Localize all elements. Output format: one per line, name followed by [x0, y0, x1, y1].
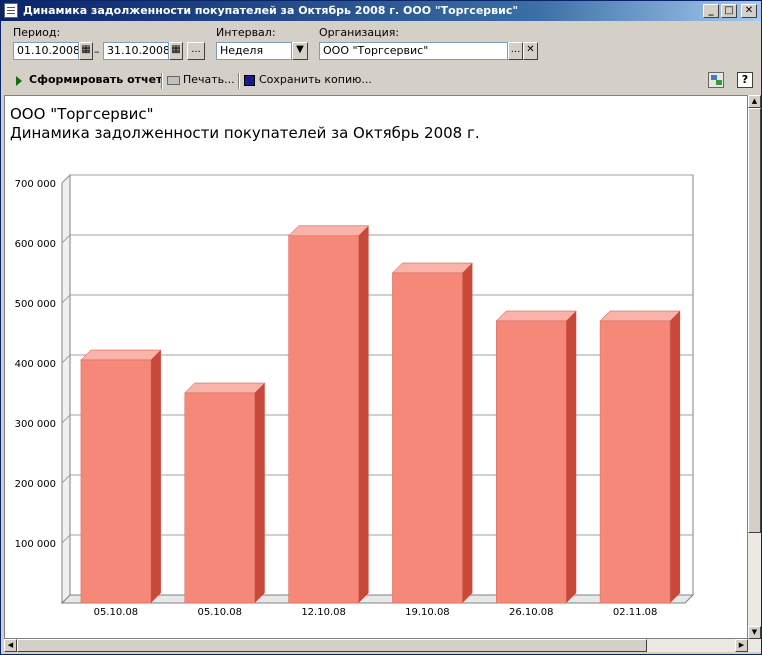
save-copy-button[interactable]: Сохранить копию... [242, 70, 372, 92]
x-tick-label: 19.10.08 [405, 607, 450, 618]
bar [184, 392, 255, 604]
minimize-button[interactable]: _ [703, 4, 719, 18]
print-button[interactable]: Печать... [165, 70, 235, 92]
toolbar-separator [238, 73, 240, 89]
y-tick-label: 700 000 [15, 179, 56, 190]
bar-side [566, 311, 577, 603]
settings-icon[interactable] [708, 72, 724, 88]
period-label: Период: [13, 26, 61, 39]
floppy-disk-icon [244, 75, 255, 86]
horizontal-scrollbar[interactable]: ◀ ▶ [4, 639, 761, 652]
bar [288, 235, 359, 604]
play-icon [16, 76, 22, 86]
organization-field[interactable]: ООО "Торгсервис" [319, 42, 508, 60]
generate-report-label: Сформировать отчет [29, 73, 163, 86]
period-dash: – [94, 45, 100, 58]
y-tick-label: 500 000 [15, 299, 56, 310]
vertical-scroll-thumb[interactable] [748, 108, 761, 533]
printer-icon [167, 76, 180, 85]
bar-top [287, 225, 370, 237]
chevron-down-icon[interactable]: ▼ [292, 42, 308, 60]
y-tick-label: 600 000 [15, 239, 56, 250]
bar-top [599, 310, 681, 322]
vertical-scrollbar[interactable]: ▲ ▼ [748, 95, 761, 639]
bar-side [358, 225, 369, 604]
organization-label: Организация: [319, 26, 400, 39]
scroll-up-arrow-icon[interactable]: ▲ [748, 95, 761, 108]
organization-clear-button[interactable]: ✕ [523, 42, 538, 60]
report-document-icon [4, 3, 18, 18]
close-button[interactable]: ✕ [741, 4, 757, 18]
interval-select[interactable]: Неделя [216, 42, 292, 60]
x-tick-label: 26.10.08 [509, 607, 554, 618]
bar-top [80, 349, 162, 361]
bar [599, 320, 671, 604]
y-tick-label: 400 000 [15, 359, 56, 370]
scroll-right-arrow-icon[interactable]: ▶ [735, 639, 748, 652]
window-title: Динамика задолженности покупателей за Ок… [23, 4, 519, 17]
x-tick-label: 12.10.08 [301, 607, 346, 618]
bar-side [254, 383, 265, 603]
save-copy-label: Сохранить копию... [259, 73, 372, 86]
bar-top [495, 310, 577, 322]
bar [392, 272, 463, 604]
date-to-field[interactable]: 31.10.2008 [103, 42, 169, 60]
x-tick-label: 05.10.08 [197, 607, 242, 618]
report-window: Динамика задолженности покупателей за Ок… [0, 0, 762, 655]
help-button[interactable]: ? [737, 72, 753, 88]
interval-label: Интервал: [216, 26, 276, 39]
calendar-icon[interactable]: ▦ [169, 42, 183, 60]
bar [496, 320, 567, 604]
y-tick-label: 200 000 [15, 479, 56, 490]
bar [80, 359, 152, 604]
y-tick-label: 100 000 [15, 539, 56, 550]
toolbar-separator [161, 73, 163, 89]
y-tick-label: 300 000 [15, 419, 56, 430]
debt-dynamics-chart: 100 000 200 000 300 000 400 000 500 000 600 0… [15, 173, 695, 618]
report-area: ООО "Торгсервис" Динамика задолженности … [4, 95, 748, 639]
command-bar: Сформировать отчет Печать... Сохранить к… [5, 70, 757, 92]
scroll-down-arrow-icon[interactable]: ▼ [748, 626, 761, 639]
maximize-button[interactable]: □ [721, 4, 737, 18]
x-tick-label: 02.11.08 [613, 607, 658, 618]
date-from-field[interactable]: 01.10.2008 [13, 42, 79, 60]
x-tick-label: 05.10.08 [94, 607, 139, 618]
organization-select-button[interactable]: ... [508, 42, 523, 60]
print-label: Печать... [183, 73, 235, 86]
bar-side [670, 311, 681, 603]
scroll-left-arrow-icon[interactable]: ◀ [4, 639, 17, 652]
chart-back-wall [69, 174, 694, 596]
bar-side [462, 263, 473, 603]
bar-top [184, 382, 266, 394]
bar-top [391, 262, 474, 274]
generate-report-button[interactable]: Сформировать отчет [11, 70, 163, 92]
horizontal-scroll-thumb[interactable] [17, 639, 647, 652]
title-bar[interactable]: Динамика задолженности покупателей за Ок… [1, 1, 761, 21]
calendar-icon[interactable]: ▦ [79, 42, 93, 60]
bar-side [150, 350, 161, 603]
period-select-button[interactable]: ... [187, 42, 205, 60]
